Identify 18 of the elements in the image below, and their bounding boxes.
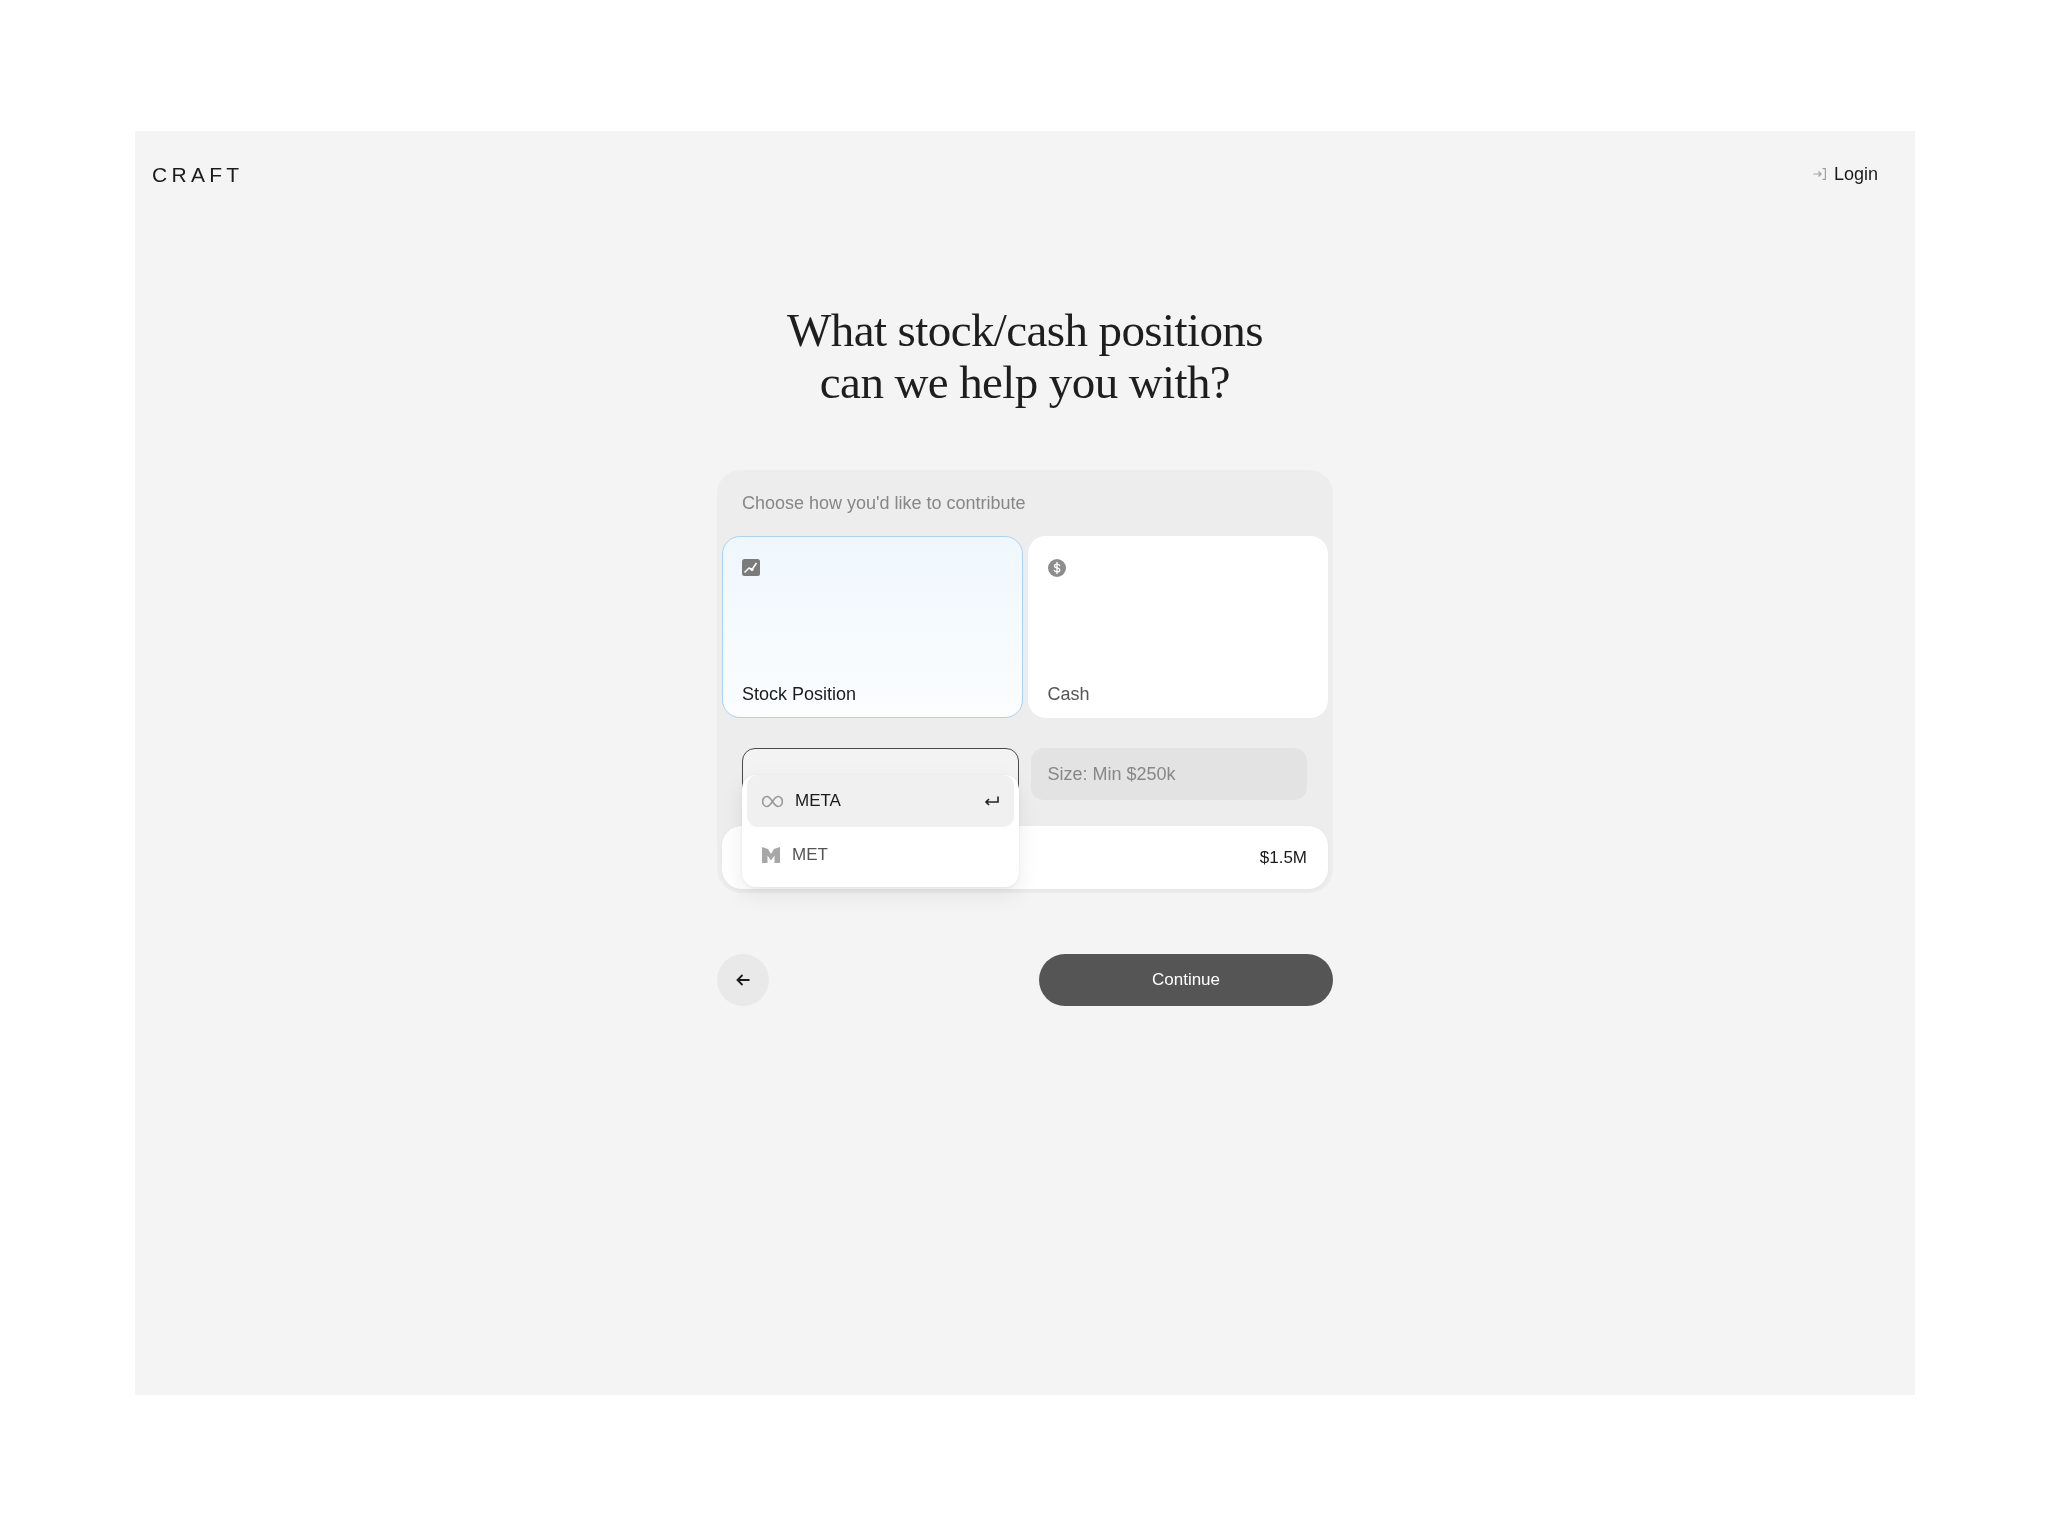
sign-in-icon <box>1812 168 1826 180</box>
page-heading: What stock/cash positions can we help you with? <box>787 304 1263 408</box>
size-input[interactable]: Size: Min $250k <box>1030 748 1307 800</box>
continue-button[interactable]: Continue <box>1039 954 1333 1006</box>
suggestion-item[interactable]: MET <box>747 827 1014 883</box>
option-card[interactable]: Stock Position <box>722 536 1023 718</box>
prompt-text: Choose how you'd like to contribute <box>741 492 1027 514</box>
chart-tile-icon <box>742 559 760 576</box>
arrow-left-icon <box>736 974 750 986</box>
infinity-icon <box>762 794 783 808</box>
dollar-coin-icon <box>1047 559 1066 577</box>
suggestion-item[interactable]: META <box>747 775 1014 827</box>
option-card[interactable]: Cash <box>1027 536 1328 718</box>
enter-key-icon <box>983 795 999 807</box>
building-icon <box>762 847 780 863</box>
brand-logo: CRAFT <box>152 163 244 185</box>
amount-text: $1.5M <box>1259 846 1307 869</box>
login-link[interactable]: Login <box>1812 163 1878 185</box>
